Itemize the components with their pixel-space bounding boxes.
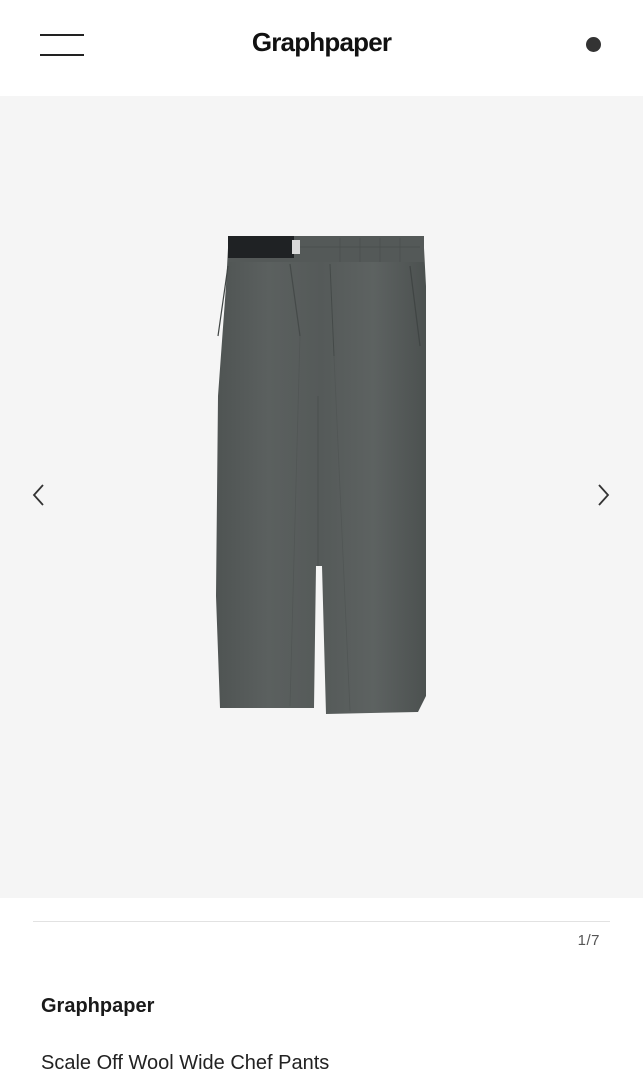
belt-buckle [292, 240, 300, 254]
site-logo[interactable]: Graphpaper [0, 27, 643, 58]
product-image-gallery[interactable] [0, 96, 643, 898]
site-header: Graphpaper [0, 0, 643, 96]
product-page: Graphpaper 1/7 Graphpaper Scale Off Wool… [0, 0, 643, 1080]
pants-body [216, 248, 426, 714]
chevron-right-icon[interactable] [588, 480, 618, 510]
waistband-black-tab [228, 236, 294, 258]
chevron-left-icon[interactable] [24, 480, 54, 510]
product-brand[interactable]: Graphpaper [41, 995, 154, 1018]
product-name: Scale Off Wool Wide Chef Pants [41, 1052, 330, 1074]
product-image [216, 236, 426, 714]
cart-dot-icon[interactable] [586, 37, 601, 52]
divider [33, 921, 610, 922]
image-counter: 1/7 [577, 932, 600, 949]
